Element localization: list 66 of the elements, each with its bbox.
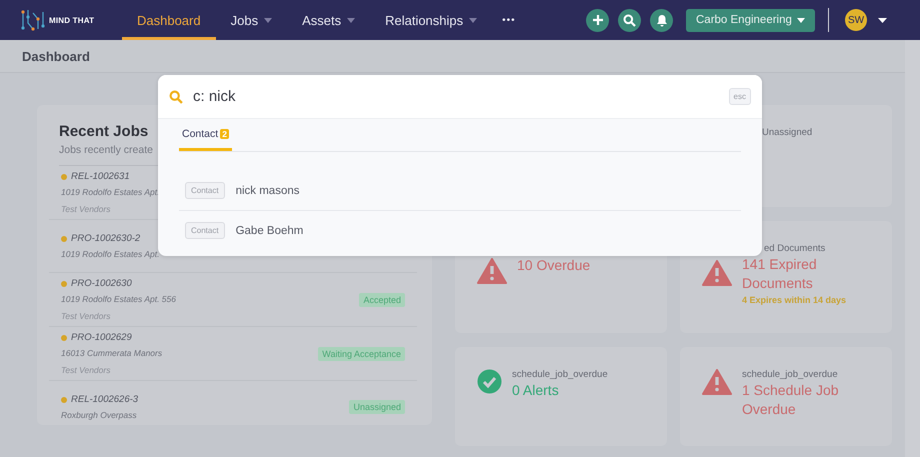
status-tag: Unassigned [349, 400, 405, 414]
caret-icon [264, 18, 272, 22]
job-id[interactable]: REL-1002626-3 [71, 394, 138, 405]
type-tag: Contact [185, 222, 225, 239]
job-address: 1019 Rodolfo Estates Apt. 556 [61, 294, 176, 304]
result-tab[interactable]: Contact 2 [179, 119, 232, 151]
alert-value: 10 Overdue [517, 256, 590, 275]
more-menu[interactable]: ••• [492, 0, 526, 40]
status-dot [61, 174, 67, 180]
job-address: 1019 Rodolfo Estates Apt. [61, 249, 160, 259]
card-title: Recent Jobs [59, 123, 148, 140]
job-id[interactable]: REL-1002631 [71, 171, 130, 182]
user-avatar[interactable]: SW [845, 9, 867, 31]
status-tag: Waiting Acceptance [318, 346, 405, 360]
status-dot [61, 236, 67, 242]
logo-text: MIND THAT [49, 16, 94, 24]
company-dropdown[interactable]: Carbo Engineering [686, 8, 815, 32]
type-tag: Contact [185, 182, 225, 199]
alert-value: 1 Schedule Job Overdue [742, 381, 840, 419]
scrollbar[interactable] [905, 40, 920, 457]
notifications-button[interactable] [650, 8, 673, 32]
status-tag: Accepted [359, 292, 405, 306]
plus-icon [592, 14, 604, 26]
add-button[interactable] [586, 8, 609, 32]
status-dot [61, 334, 67, 340]
warning-icon [702, 369, 732, 395]
result-name: Gabe Boehm [236, 224, 304, 236]
status-dot [61, 280, 67, 286]
caret-icon [797, 18, 805, 22]
page-title: Dashboard [22, 48, 90, 64]
check-circle-icon [477, 369, 502, 394]
search-icon [169, 90, 183, 104]
search-icon [623, 14, 636, 26]
alert-label: schedule_job_overdue [512, 369, 608, 380]
job-id[interactable]: PRO-1002630-2 [71, 233, 140, 244]
job-address: 1019 Rodolfo Estates Apt. [61, 187, 160, 197]
nav-tab[interactable]: Jobs [216, 0, 288, 40]
job-id[interactable]: PRO-1002629 [71, 332, 132, 343]
job-vendor: Test Vendors [61, 311, 112, 321]
count-badge: 2 [220, 129, 229, 139]
alert-value: 141 Expired Documents [742, 255, 818, 293]
search-result[interactable]: Contact Gabe Boehm [179, 211, 741, 250]
alert-label: ed Documents [764, 243, 826, 254]
status-dot [61, 396, 67, 402]
job-id[interactable]: PRO-1002630 [71, 278, 132, 289]
search-field[interactable]: c: nick esc [158, 75, 762, 119]
caret-icon [469, 18, 478, 22]
job-vendor: Test Vendors [61, 204, 112, 214]
job-address: 16013 Cummerata Manors [61, 348, 162, 358]
alert-label: Unassigned [762, 127, 812, 138]
job-vendor: Test Vendors [61, 365, 112, 375]
result-name: nick masons [236, 184, 300, 196]
alert-note: 4 Expires within 14 days [742, 295, 848, 305]
search-result[interactable]: Contact nick masons [179, 171, 741, 211]
job-address: Roxburgh Overpass [61, 410, 138, 420]
bell-icon [656, 14, 668, 26]
alert-label: schedule_job_overdue [742, 369, 839, 380]
alert-value: 0 Alerts [512, 381, 560, 400]
nav-tab[interactable]: Assets [287, 0, 370, 40]
search-button[interactable] [618, 8, 641, 32]
warning-icon [702, 260, 732, 286]
nav-tab[interactable]: Relationships [370, 0, 492, 40]
network-logo-icon [20, 9, 46, 31]
caret-icon[interactable] [878, 18, 887, 22]
caret-icon [347, 18, 356, 22]
warning-icon [477, 258, 507, 284]
